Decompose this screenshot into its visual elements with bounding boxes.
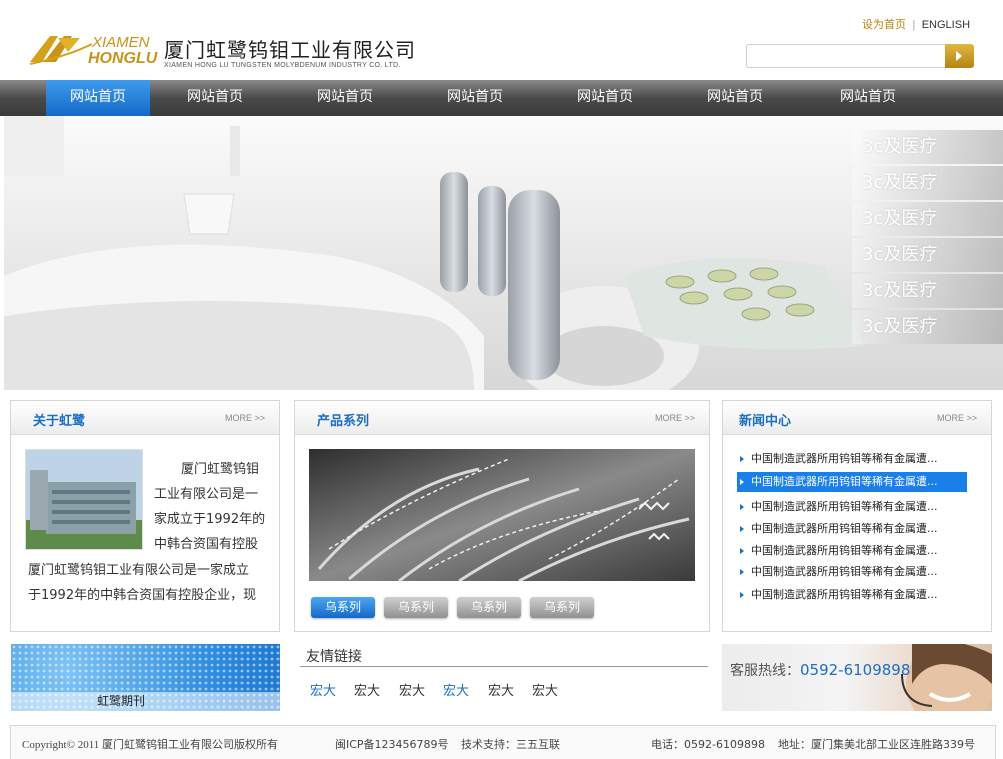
company-logo[interactable]: XIAMEN HONGLU [28,30,158,70]
nav-item[interactable]: 网站首页 [150,80,280,116]
banner-category-item[interactable]: 3c及医疗 [852,238,1003,272]
nav-item[interactable]: 网站首页 [540,80,670,116]
news-item[interactable]: 中国制造武器所用钨钼等稀有金属遭... [737,519,967,539]
nav-item[interactable]: 网站首页 [410,80,540,116]
top-links: 设为首页 | ENGLISH [862,16,970,32]
arrow-right-icon [956,51,962,61]
news-item-title: 中国制造武器所用钨钼等稀有金属遭... [751,452,938,465]
search-button[interactable] [945,44,974,68]
footer-support[interactable]: 技术支持：三五互联 [461,736,560,752]
footer-address: 地址：厦门集美北部工业区连胜路339号 [778,738,975,751]
friend-links-title: 友情链接 [306,649,362,665]
about-text-line: 厦门虹鹭钨钼 [181,462,260,477]
news-panel: 新闻中心 MORE >> 中国制造武器所用钨钼等稀有金属遭... 中国制造武器所… [722,400,992,632]
page: XIAMEN HONGLU 厦门虹鹭钨钼工业有限公司 XIAMEN HONG L… [0,0,1003,759]
about-text-line: 中韩合资国有控股 [154,537,259,552]
about-panel: 关于虹鹭 MORE >> 厦门虹鹭钨钼 工业有限公司是一 家成立于1992年的 … [10,400,280,632]
footer-phone: 电话：0592-6109898 [651,738,765,751]
product-tab[interactable]: 乌系列 [530,597,594,618]
logo-text-honglu: HONGLU [88,50,158,67]
bullet-arrow-icon [740,479,744,485]
banner-category-item[interactable]: 3c及医疗 [852,166,1003,200]
news-item-title: 中国制造武器所用钨钼等稀有金属遭... [751,565,938,578]
nav-item[interactable]: 网站首页 [800,80,936,116]
product-tab[interactable]: 乌系列 [384,597,448,618]
friend-link[interactable]: 宏大 [310,680,336,699]
news-more-link[interactable]: MORE >> [937,413,977,423]
about-text-line: 工业有限公司是一 [154,487,259,502]
english-link[interactable]: ENGLISH [922,19,970,31]
about-text-line: 厦门虹鹭钨钼工业有限公司是一家成立 [28,563,250,578]
bullet-arrow-icon [740,456,744,462]
about-panel-header: 关于虹鹭 MORE >> [11,401,279,435]
about-text-line: 于1992年的中韩合资国有控股企业，现 [28,588,257,603]
product-tab[interactable]: 乌系列 [311,597,375,618]
banner-category-list: 3c及医疗 3c及医疗 3c及医疗 3c及医疗 3c及医疗 3c及医疗 [852,130,1003,346]
bullet-arrow-icon [740,526,744,532]
news-item-title: 中国制造武器所用钨钼等稀有金属遭... [751,544,938,557]
hotline-number: 0592-6109898 [800,661,911,679]
about-text-line: 家成立于1992年的 [154,512,266,527]
about-title: 关于虹鹭 [33,414,86,429]
set-homepage-link[interactable]: 设为首页 [862,18,906,31]
magazine-banner[interactable]: 虹鹭期刊 [11,644,280,711]
banner-category-item[interactable]: 3c及医疗 [852,310,1003,344]
hero-banner[interactable]: 3c及医疗 3c及医疗 3c及医疗 3c及医疗 3c及医疗 3c及医疗 [4,116,1003,390]
news-item[interactable]: 中国制造武器所用钨钼等稀有金属遭... [737,541,967,561]
products-panel: 产品系列 MORE >> 乌系列 乌系列 乌系列 乌系列 [294,400,710,632]
footer-copyright: Copyright© 2011 厦门虹鹭钨钼工业有限公司版权所有 [22,739,279,751]
products-more-link[interactable]: MORE >> [655,413,695,423]
nav-item-home[interactable]: 网站首页 [46,80,150,116]
friend-link[interactable]: 宏大 [532,680,558,699]
bullet-arrow-icon [740,548,744,554]
news-item[interactable]: 中国制造武器所用钨钼等稀有金属遭... [737,562,967,582]
nav-item[interactable]: 网站首页 [670,80,800,116]
products-panel-header: 产品系列 MORE >> [295,401,709,435]
company-name-en: XIAMEN HONG LU TUNGSTEN MOLYBDENUM INDUS… [164,62,401,69]
logo-text-xiamen: XIAMEN [92,34,150,51]
products-title: 产品系列 [317,414,370,429]
news-item-title: 中国制造武器所用钨钼等稀有金属遭... [751,588,938,601]
bullet-arrow-icon [740,592,744,598]
friend-link[interactable]: 宏大 [399,680,425,699]
news-item-title: 中国制造武器所用钨钼等稀有金属遭... [751,475,938,488]
news-item-title: 中国制造武器所用钨钼等稀有金属遭... [751,522,938,535]
banner-category-item[interactable]: 3c及医疗 [852,130,1003,164]
about-more-link[interactable]: MORE >> [225,413,265,423]
customer-hotline: 客服热线：0592-6109898 [722,644,992,711]
news-item[interactable]: 中国制造武器所用钨钼等稀有金属遭... [737,497,967,517]
banner-category-item[interactable]: 3c及医疗 [852,202,1003,236]
bullet-arrow-icon [740,569,744,575]
nav-item[interactable]: 网站首页 [280,80,410,116]
product-tab[interactable]: 乌系列 [457,597,521,618]
news-panel-header: 新闻中心 MORE >> [723,401,991,435]
footer-icp[interactable]: 闽ICP备123456789号 [335,736,449,752]
news-item-title: 中国制造武器所用钨钼等稀有金属遭... [751,500,938,513]
bullet-arrow-icon [740,504,744,510]
product-wire-image[interactable] [309,449,695,581]
banner-category-item[interactable]: 3c及医疗 [852,274,1003,308]
hotline-label: 客服热线： [730,663,800,679]
friend-link[interactable]: 宏大 [354,680,380,699]
news-item[interactable]: 中国制造武器所用钨钼等稀有金属遭... [737,449,967,469]
news-item[interactable]: 中国制造武器所用钨钼等稀有金属遭... [737,472,967,492]
search-input[interactable] [746,44,946,68]
news-title: 新闻中心 [739,414,792,429]
company-building-photo [25,449,143,550]
news-item[interactable]: 中国制造武器所用钨钼等稀有金属遭... [737,585,967,605]
magazine-label: 虹鹭期刊 [11,692,280,711]
company-name: 厦门虹鹭钨钼工业有限公司 [164,38,416,62]
friend-links-divider [300,666,708,667]
top-links-separator: | [912,18,916,31]
friend-link[interactable]: 宏大 [488,680,514,699]
main-nav: 网站首页 网站首页 网站首页 网站首页 网站首页 网站首页 网站首页 [0,80,1003,116]
hotline-text: 客服热线：0592-6109898 [730,660,910,680]
friend-link[interactable]: 宏大 [443,680,469,699]
